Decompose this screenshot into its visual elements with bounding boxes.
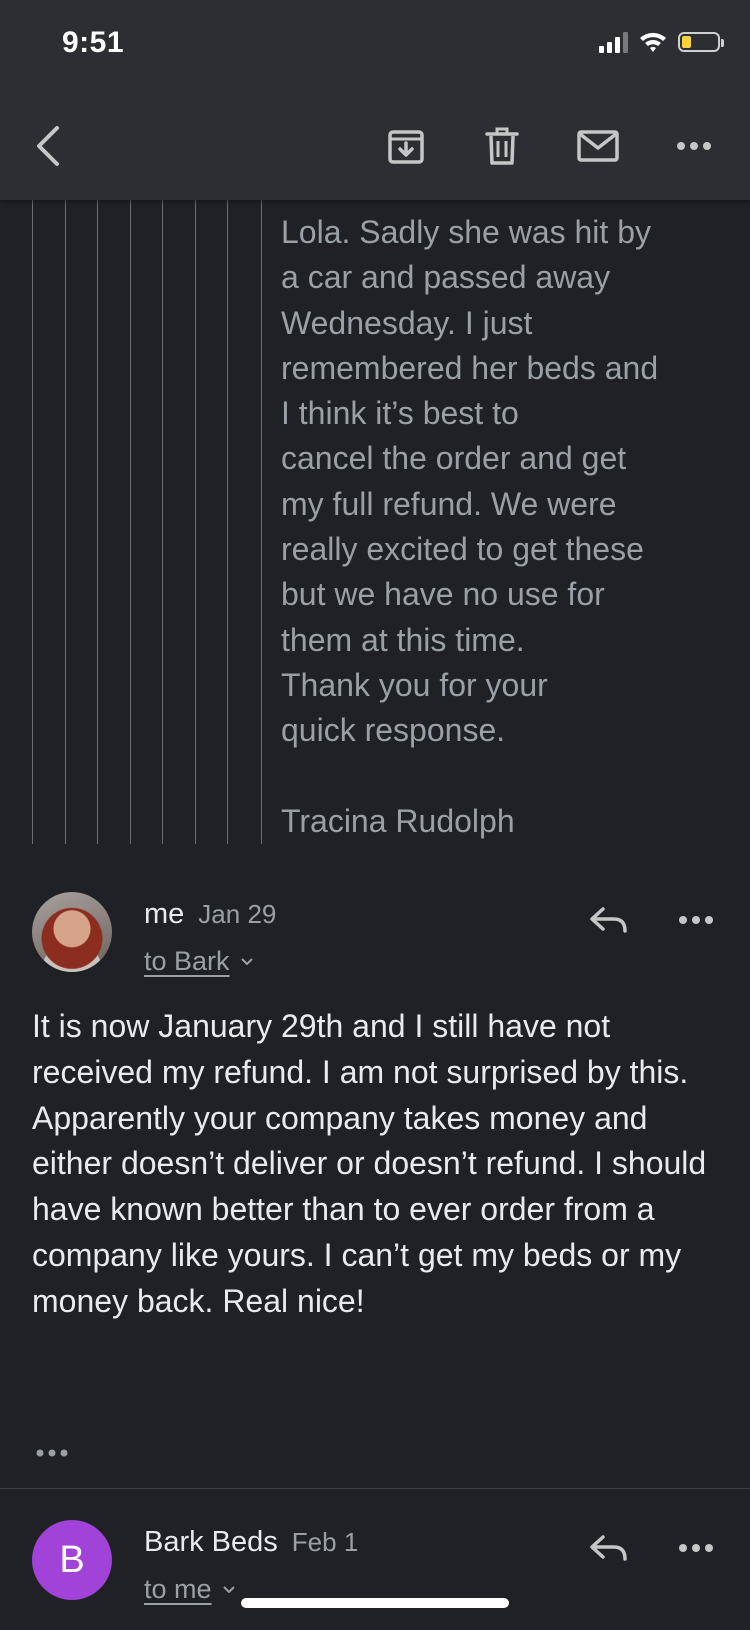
top-bar: 9:51	[0, 0, 750, 200]
back-arrow-icon	[37, 126, 59, 166]
recipient-label: to me	[144, 1574, 212, 1604]
more-options-button[interactable]	[666, 118, 722, 174]
message-body: It is now January 29th and I still have …	[32, 1008, 707, 1319]
avatar[interactable]	[32, 892, 112, 972]
more-horizontal-icon	[36, 1449, 68, 1457]
status-time: 9:51	[62, 26, 125, 59]
reply-button[interactable]	[584, 1524, 632, 1572]
mail-icon	[577, 130, 619, 162]
quote-line	[227, 200, 228, 844]
battery-level	[682, 36, 691, 48]
avatar[interactable]: B	[32, 1520, 112, 1600]
sender-line: me Jan 29	[144, 898, 276, 931]
archive-button[interactable]	[378, 118, 434, 174]
back-button[interactable]	[20, 118, 76, 174]
more-horizontal-icon	[679, 1544, 713, 1552]
quote-line	[261, 200, 262, 844]
message-more-button[interactable]	[672, 896, 720, 944]
quote-line	[195, 200, 196, 844]
quote-line	[97, 200, 98, 844]
recipient-label: to Bark	[144, 946, 230, 976]
sender-name: Bark Beds	[144, 1526, 278, 1558]
status-icons	[599, 30, 724, 54]
home-indicator[interactable]	[241, 1598, 509, 1608]
quote-line	[32, 200, 33, 844]
quote-line	[65, 200, 66, 844]
archive-icon	[388, 130, 424, 164]
message-divider	[0, 1488, 750, 1489]
reply-button[interactable]	[584, 896, 632, 944]
message-more-button[interactable]	[672, 1524, 720, 1572]
reply-icon	[590, 1535, 627, 1561]
quote-line	[130, 200, 131, 844]
message-date: Jan 29	[198, 899, 277, 929]
show-trimmed-content-button[interactable]	[32, 1438, 72, 1468]
chevron-down-icon	[240, 957, 253, 965]
more-horizontal-icon	[679, 916, 713, 924]
quoted-message-text: Lola. Sadly she was hit by a car and pas…	[281, 214, 659, 839]
reply-icon	[590, 907, 627, 933]
quoted-thread: Lola. Sadly she was hit by a car and pas…	[0, 200, 750, 844]
message-date: Feb 1	[291, 1527, 359, 1557]
sender-name: me	[144, 898, 185, 930]
mark-unread-button[interactable]	[570, 118, 626, 174]
chevron-down-icon	[222, 1585, 235, 1593]
message-header: B Bark Beds Feb 1 to me	[0, 1520, 750, 1630]
signal-icon	[599, 31, 628, 53]
delete-button[interactable]	[474, 118, 530, 174]
recipient-details-toggle[interactable]: to Bark	[144, 946, 254, 977]
message-header: me Jan 29 to Bark	[0, 892, 750, 1002]
trash-icon	[485, 127, 519, 165]
battery-low-icon	[678, 32, 724, 52]
recipient-details-toggle[interactable]: to me	[144, 1574, 236, 1605]
more-horizontal-icon	[677, 142, 711, 150]
sender-line: Bark Beds Feb 1	[144, 1526, 358, 1559]
wifi-icon	[640, 32, 666, 52]
quote-line	[162, 200, 163, 844]
